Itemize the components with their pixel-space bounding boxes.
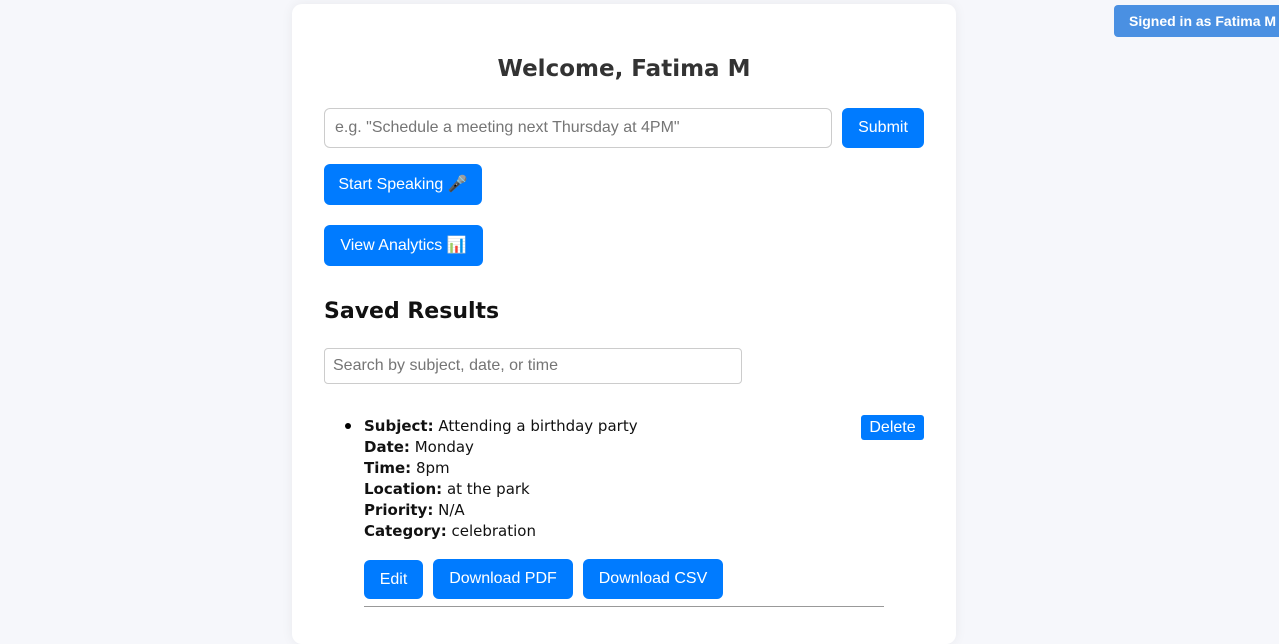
location-row: Location: at the park	[364, 479, 638, 500]
date-label: Date:	[364, 438, 410, 456]
command-input[interactable]	[324, 108, 832, 148]
submit-button[interactable]: Submit	[842, 108, 924, 148]
subject-value: Attending a birthday party	[438, 417, 638, 435]
item-divider	[364, 606, 884, 607]
saved-results-search-input[interactable]	[324, 348, 742, 384]
saved-results-title: Saved Results	[324, 299, 500, 324]
date-row: Date: Monday	[364, 437, 638, 458]
delete-button[interactable]: Delete	[861, 415, 924, 440]
download-pdf-button[interactable]: Download PDF	[433, 559, 573, 599]
main-card: Welcome, Fatima M Submit Start Speaking …	[292, 4, 956, 644]
download-csv-button[interactable]: Download CSV	[583, 559, 723, 599]
category-value: celebration	[451, 522, 536, 540]
time-label: Time:	[364, 459, 412, 477]
date-value: Monday	[414, 438, 474, 456]
edit-button[interactable]: Edit	[364, 560, 423, 599]
welcome-title: Welcome, Fatima M	[497, 56, 751, 82]
subject-row: Subject: Attending a birthday party	[364, 416, 638, 437]
subject-label: Subject:	[364, 417, 434, 435]
result-details: Subject: Attending a birthday party Date…	[364, 416, 638, 542]
location-label: Location:	[364, 480, 443, 498]
bullet-icon	[345, 423, 351, 429]
time-value: 8pm	[415, 459, 450, 477]
category-row: Category: celebration	[364, 521, 638, 542]
priority-value: N/A	[438, 501, 465, 519]
view-analytics-button[interactable]: View Analytics 📊	[324, 225, 483, 266]
signed-in-badge: Signed in as Fatima M	[1114, 5, 1279, 37]
time-row: Time: 8pm	[364, 458, 638, 479]
location-value: at the park	[446, 480, 530, 498]
category-label: Category:	[364, 522, 447, 540]
priority-row: Priority: N/A	[364, 500, 638, 521]
priority-label: Priority:	[364, 501, 434, 519]
start-speaking-button[interactable]: Start Speaking 🎤	[324, 164, 482, 205]
